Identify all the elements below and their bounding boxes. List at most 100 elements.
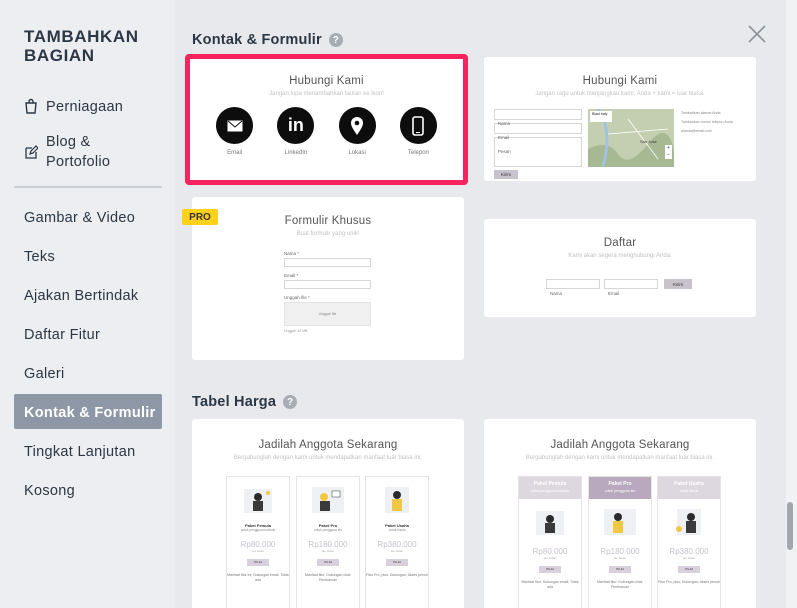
plan-period: per bulan — [543, 556, 557, 560]
map-preview: Blast baty San Jose + − — [588, 109, 674, 167]
submit-button-mock: Kirim — [494, 170, 518, 179]
sidebar-item-label: Tingkat Lanjutan — [24, 444, 136, 460]
plan-desc: untuk pengguna tim — [314, 528, 342, 532]
field-placeholder: Pesan — [498, 149, 511, 154]
plan-features: Fitur Pro, plus; Dukungan; Akses penuh — [658, 580, 720, 584]
sidebar-item-perniagaan[interactable]: Perniagaan — [24, 97, 123, 117]
panel-title: TAMBAHKAN BAGIAN — [24, 27, 139, 65]
plan-period: per bulan — [321, 549, 335, 553]
pricing-plan: Paket Usaha untuk bisnis Rp380.000 per bu… — [657, 476, 721, 608]
section-card-pricing-b[interactable]: Jadilah Anggota Sekarang Bergabunglah de… — [484, 419, 756, 608]
card-title: Jadilah Anggota Sekarang — [550, 439, 690, 451]
map-city: San Jose — [640, 139, 657, 144]
sidebar-item-label: Gambar & Video — [24, 210, 136, 226]
plan-button: PILIH — [386, 559, 408, 566]
icon-caption: Email — [227, 150, 243, 156]
info-address: Tambahkan alamat Anda — [681, 111, 721, 115]
plan-name: Paket Pemula — [533, 481, 567, 487]
icon-caption: Lokasi — [348, 150, 366, 156]
shopping-bag-icon — [25, 98, 37, 114]
plan-features: Manfaat fitur; Dukungan chat; Pembaruan — [305, 573, 351, 582]
pricing-plan: Paket Pemula untuk pengguna individu Rp80… — [518, 476, 582, 608]
sidebar-item-kosong[interactable]: Kosong — [24, 481, 75, 501]
plan-button: PILIH — [678, 566, 700, 573]
plan-desc: untuk pengguna tim — [604, 489, 636, 493]
plan-desc: untuk pengguna individu — [531, 489, 569, 493]
plan-price: Rp380.000 — [669, 547, 709, 556]
sidebar-item-ajakan-bertindak[interactable]: Ajakan Bertindak — [24, 286, 138, 306]
plan-desc: untuk bisnis — [679, 489, 699, 493]
custom-form-mock: Nama * Email * Unggah file * Unggah file… — [284, 251, 371, 333]
plan-price: Rp180.000 — [600, 547, 640, 556]
contact-icon-item: Email — [205, 107, 265, 156]
contact-icon-item: in LinkedIn — [266, 107, 326, 156]
sidebar-item-kontak-formulir[interactable]: Kontak & Formulir — [14, 394, 162, 429]
plan-features: Manfaat fitur; Dukungan chat; Pembaruan — [597, 580, 643, 589]
plan-button: PILIH — [247, 559, 269, 566]
pricing-plan: Paket Pro untuk pengguna tim Rp180.000 pe… — [588, 476, 652, 608]
card-subtitle: Kami akan segera menghubungi Anda. — [568, 253, 672, 259]
close-icon[interactable] — [747, 24, 767, 44]
plan-period: per bulan — [613, 556, 627, 560]
info-email: alamat@email.com — [681, 129, 712, 133]
section-card-contact-icons[interactable]: Hubungi Kami Jangan lupa menambahkan tau… — [185, 54, 468, 185]
signup-form-mock: Nama Email Kirim — [546, 279, 692, 296]
section-card-contact-map[interactable]: Hubungi Kami Jangan ragu untuk menjangka… — [484, 57, 756, 181]
sidebar-item-gambar-video[interactable]: Gambar & Video — [24, 208, 135, 228]
pricing-plan: Paket Usaha untuk bisnis Rp380.000 per b… — [365, 476, 429, 608]
card-subtitle: Bergabunglah dengan kami untuk mendapatk… — [233, 455, 423, 461]
sidebar-item-teks[interactable]: Teks — [24, 247, 55, 267]
card-subtitle: Bergabunglah dengan kami untuk mendapatk… — [525, 455, 715, 461]
section-title-text: Kontak & Formulir — [192, 32, 322, 48]
section-card-signup[interactable]: Daftar Kami akan segera menghubungi Anda… — [484, 219, 756, 317]
map-label: Blast baty — [592, 112, 608, 116]
plan-illustration — [530, 507, 570, 539]
section-card-custom-form[interactable]: Formulir Khusus Buat formulir yang unik!… — [192, 197, 464, 360]
submit-button-mock: Kirim — [664, 279, 692, 289]
scrollbar-thumb[interactable] — [787, 502, 793, 550]
section-title-contact: Kontak & Formulir ? — [192, 32, 343, 48]
card-title: Jadilah Anggota Sekarang — [258, 439, 398, 451]
sidebar-item-tingkat-lanjutan[interactable]: Tingkat Lanjutan — [24, 442, 135, 462]
card-subtitle: Buat formulir yang unik! — [296, 231, 360, 237]
plan-period: per bulan — [251, 549, 265, 553]
contact-info: Tambahkan alamat Anda Tambahkan nomor te… — [681, 111, 751, 134]
plan-features: Manfaat fitur; Dukungan email; Tidak ada — [521, 580, 579, 589]
contact-icon-row: Email in LinkedIn Lokasi Telepon — [190, 107, 463, 156]
icon-caption: LinkedIn — [284, 150, 308, 156]
plan-price: Rp380.000 — [377, 540, 417, 549]
location-pin-icon — [351, 116, 364, 135]
plan-button: PILIH — [317, 559, 339, 566]
sidebar-item-galeri[interactable]: Galeri — [24, 364, 64, 384]
sidebar-item-label: Teks — [24, 249, 56, 265]
card-subtitle: Jangan ragu untuk menjangkau kami. Anda … — [535, 91, 705, 97]
sidebar-divider — [14, 186, 162, 188]
plan-button: PILIH — [609, 566, 631, 573]
plan-illustration — [377, 485, 417, 517]
sidebar-item-label: Kontak & Formulir — [24, 405, 156, 421]
plan-features: Fitur Pro, plus; Dukungan; Akses penuh — [366, 573, 428, 577]
info-phone: Tambahkan nomor telepon Anda — [681, 120, 733, 124]
section-title-pricing: Tabel Harga ? — [192, 394, 298, 410]
card-subtitle: Jangan lupa menambahkan tautan ke ikon! — [269, 91, 384, 97]
sidebar-item-label: Daftar Fitur — [24, 327, 101, 343]
field-placeholder: Email — [608, 291, 620, 296]
plan-period: per bulan — [682, 556, 696, 560]
edit-icon — [25, 145, 38, 159]
sidebar-item-blog-portofolio[interactable]: Blog & Portofolio — [24, 132, 126, 172]
sidebar-item-daftar-fitur[interactable]: Daftar Fitur — [24, 325, 100, 345]
help-icon[interactable]: ? — [283, 395, 298, 409]
section-card-pricing-a[interactable]: Jadilah Anggota Sekarang Bergabunglah de… — [192, 419, 464, 608]
card-title: Formulir Khusus — [284, 215, 372, 227]
plan-price: Rp180.000 — [308, 540, 348, 549]
linkedin-icon: in — [287, 115, 304, 135]
plan-illustration — [238, 485, 278, 517]
email-icon — [227, 120, 243, 131]
sidebar-item-label: Blog & Portofolio — [46, 134, 111, 170]
sidebar-item-label: Galeri — [24, 366, 65, 382]
plan-period: per bulan — [390, 549, 404, 553]
field-label: Nama * — [284, 251, 300, 256]
section-title-text: Tabel Harga — [192, 394, 277, 410]
help-icon[interactable]: ? — [328, 33, 343, 47]
field-label: Email * — [284, 273, 299, 278]
